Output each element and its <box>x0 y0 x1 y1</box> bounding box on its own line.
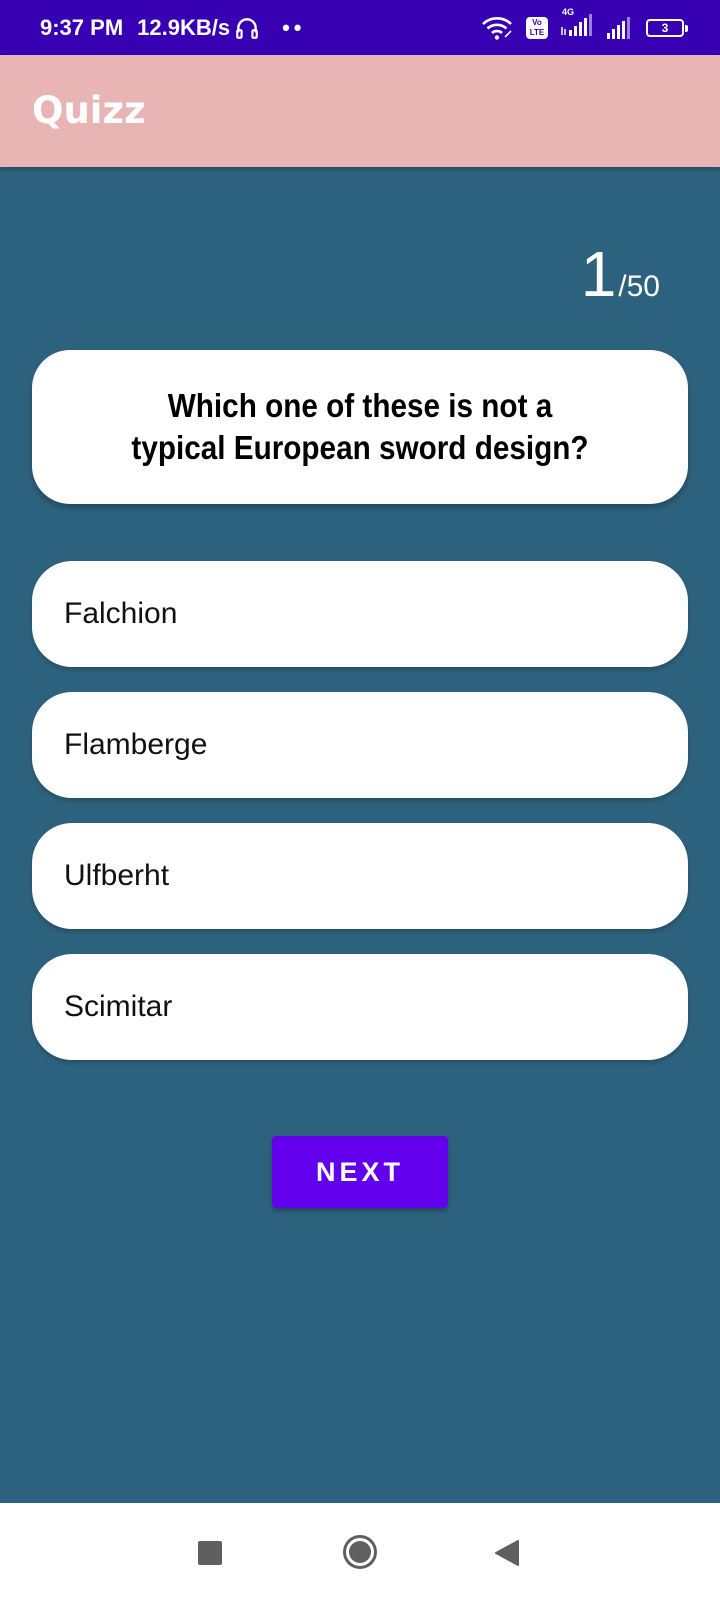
next-button[interactable]: NEXT <box>272 1136 448 1208</box>
notification-dots: •• <box>282 14 306 40</box>
battery-icon: 3 <box>646 18 688 37</box>
total-questions: /50 <box>618 270 660 303</box>
app-bar: Quizz <box>0 55 720 167</box>
recent-apps-icon[interactable] <box>198 1541 222 1565</box>
option-falchion[interactable]: Falchion <box>32 561 688 667</box>
volte-top-text: Vo <box>532 17 542 27</box>
option-label: Ulfberht <box>64 859 170 892</box>
question-counter: 1 /50 <box>581 238 660 310</box>
option-ulfberht[interactable]: Ulfberht <box>32 823 688 929</box>
battery-level: 3 <box>661 20 669 35</box>
option-label: Scimitar <box>64 990 173 1023</box>
current-question-number: 1 <box>580 238 617 310</box>
status-bar: 9:37 PM 12.9KB/s •• Vo LTE 4G 3 <box>0 0 720 55</box>
back-icon[interactable] <box>494 1539 520 1567</box>
status-right: Vo LTE 4G 3 <box>480 0 688 55</box>
home-icon[interactable] <box>342 1534 378 1570</box>
volte-icon: Vo LTE <box>526 16 548 39</box>
navigation-bar <box>0 1503 720 1600</box>
volte-bottom-text: LTE <box>529 27 545 37</box>
status-left: 9:37 PM 12.9KB/s •• <box>40 0 306 55</box>
network-type: 4G <box>562 7 575 17</box>
signal-icon <box>607 16 630 39</box>
network-speed: 12.9KB/s <box>137 14 231 40</box>
wifi-icon <box>482 16 512 40</box>
cell-signal-1: 4G <box>560 7 594 42</box>
option-label: Falchion <box>64 597 178 630</box>
question-card: Which one of these is not a typical Euro… <box>32 350 688 504</box>
app-title: Quizz <box>32 89 146 132</box>
status-time: 9:37 PM <box>40 14 124 40</box>
option-label: Flamberge <box>64 728 208 761</box>
option-flamberge[interactable]: Flamberge <box>32 692 688 798</box>
headphones-icon <box>236 17 258 39</box>
option-scimitar[interactable]: Scimitar <box>32 954 688 1060</box>
question-text: Which one of these is not a typical Euro… <box>131 387 589 466</box>
